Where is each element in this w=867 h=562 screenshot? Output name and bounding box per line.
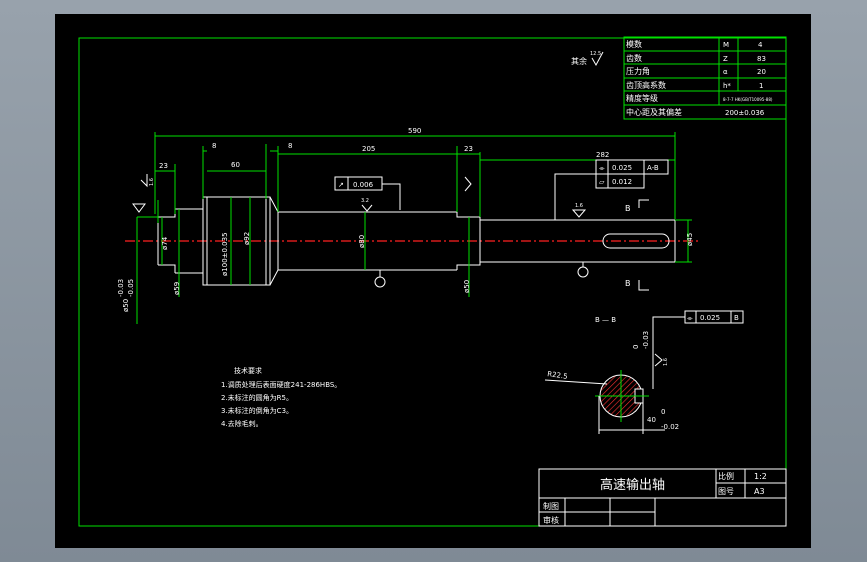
roughness-left-icon	[140, 174, 148, 188]
section-title: B — B	[595, 316, 616, 324]
param-sym-3: h*	[723, 82, 731, 90]
drawn-by-label: 制图	[543, 501, 559, 511]
dim-tol-dn: -0.05	[127, 279, 135, 297]
parameter-table: 模数 M 4 齿数 Z 83 压力角 α 20 齿顶高系数 h* 1 精度等级 …	[623, 36, 787, 120]
roughness-note-label: 其余	[571, 56, 587, 66]
datum-markers	[374, 262, 589, 288]
section-key-dn: -0.03	[642, 331, 650, 349]
tech-req-item-4: 4.去除毛刺。	[221, 419, 263, 428]
dim-total: 590	[408, 127, 421, 135]
section-label-b2: B	[625, 279, 631, 288]
drawing-canvas[interactable]: 模数 M 4 齿数 Z 83 压力角 α 20 齿顶高系数 h* 1 精度等级 …	[55, 14, 811, 548]
dim-23-right: 23	[464, 145, 473, 153]
checked-by-label: 审核	[543, 515, 559, 525]
dim-dia59: ø59	[173, 282, 181, 295]
drawing-no-label: 图号	[718, 487, 734, 496]
sym-a-datum: A-B	[647, 164, 659, 172]
roughness-left-value: 1.6	[149, 178, 155, 186]
part-name: 高速输出轴	[600, 477, 665, 493]
param-label-5: 中心距及其偏差	[626, 107, 682, 117]
dim-dia50: ø50	[463, 280, 471, 293]
scale-label: 比例	[718, 471, 734, 481]
dim-205: 205	[362, 145, 375, 153]
drawing-svg: 模数 M 4 齿数 Z 83 压力角 α 20 齿顶高系数 h* 1 精度等级 …	[78, 36, 787, 527]
dim-8-left: 8	[212, 142, 216, 150]
roughness-right-icon	[571, 209, 587, 218]
param-sym-2: α	[723, 68, 728, 76]
roughness-mid-icon	[361, 204, 373, 212]
scale-value: 1:2	[754, 472, 767, 481]
param-sym-0: M	[723, 41, 729, 49]
technical-requirements: 技术要求 1.调质处理后表面硬度241-286HBS。 2.未标注的圆角为R5。…	[221, 366, 341, 428]
tech-req-item-1: 1.调质处理后表面硬度241-286HBS。	[221, 380, 341, 389]
dim-dia80: ø80	[358, 235, 366, 248]
runout-value: 0.006	[353, 181, 374, 189]
runout-sym: ↗	[338, 181, 344, 189]
sym-b-value: 0.025	[700, 314, 720, 322]
sym-a-sym: ⌯	[599, 164, 605, 172]
tolerance-frame-symmetry: ⌯ 0.025 A-B ▱ 0.012	[554, 159, 669, 220]
dim-dia92: ø92	[243, 232, 251, 245]
datum-a-circle	[374, 276, 386, 288]
dim-60: 60	[231, 161, 240, 169]
param-val-4: 8-7-7 HK(GB/T10095-88)	[723, 97, 773, 102]
section-roughness-icon	[654, 353, 663, 367]
datum-b-circle	[577, 266, 589, 278]
dim-dia45: ø45	[686, 233, 694, 246]
param-label-1: 齿数	[626, 53, 642, 63]
section-dim-40-dn: -0.02	[661, 423, 679, 431]
section-roughness: 1.6	[663, 358, 669, 366]
tolerance-frame-runout: ↗ 0.006	[334, 176, 401, 210]
roughness-right-value: 1.6	[575, 203, 583, 209]
param-label-2: 压力角	[626, 66, 650, 76]
roughness-note-value: 12.5	[590, 51, 601, 57]
drawing-no-value: A3	[754, 487, 765, 496]
tech-req-title: 技术要求	[234, 366, 262, 375]
param-val-3: 1	[759, 82, 763, 90]
section-dim-40-up: 0	[661, 408, 665, 416]
roughness-note: 其余 12.5	[571, 51, 604, 67]
flat-a-sym: ▱	[599, 178, 605, 186]
param-label-4: 精度等级	[626, 93, 658, 103]
dim-23-left: 23	[159, 162, 168, 170]
param-val-0: 4	[758, 41, 763, 49]
dim-dia74: ø74	[161, 236, 169, 250]
section-radius: R22.5	[547, 370, 568, 381]
section-dim-40: 40	[647, 416, 656, 424]
section-key-up: 0	[632, 345, 640, 349]
section-label-b1: B	[625, 204, 631, 213]
section-markers: B B	[625, 199, 649, 291]
dim-dia100: ø100±0.035	[221, 232, 229, 276]
param-label-0: 模数	[626, 39, 642, 49]
dim-282: 282	[596, 151, 609, 159]
dimension-lines: 590 23 8 60 8 205 23 282 ø74 ø59 ø100±0.	[117, 127, 694, 324]
section-view: B — B ⌯ 0.025 B R22.5 40 0 -0.02 0 -0.03…	[544, 310, 744, 434]
dim-dia50-left: ø50	[122, 299, 130, 312]
tech-req-item-2: 2.未标注的圆角为R5。	[221, 393, 293, 402]
roughness-mid-value: 3.2	[361, 198, 369, 204]
param-val-2: 20	[757, 68, 766, 76]
flat-a-value: 0.012	[612, 178, 632, 186]
title-block: 高速输出轴 比例 1:2 图号 A3 制图 审核	[538, 468, 787, 527]
sym-b-sym: ⌯	[687, 314, 693, 322]
tech-req-item-3: 3.未标注的倒角为C3。	[221, 406, 293, 415]
sym-a-value: 0.025	[612, 164, 632, 172]
param-label-3: 齿顶高系数	[626, 80, 666, 90]
sym-b-datum: B	[734, 314, 739, 322]
dim-8-right: 8	[288, 142, 292, 150]
dim-tol-up: -0.03	[117, 279, 125, 297]
param-sym-1: Z	[723, 55, 728, 63]
param-val-5: 200±0.036	[725, 109, 765, 117]
param-val-1: 83	[757, 55, 766, 63]
